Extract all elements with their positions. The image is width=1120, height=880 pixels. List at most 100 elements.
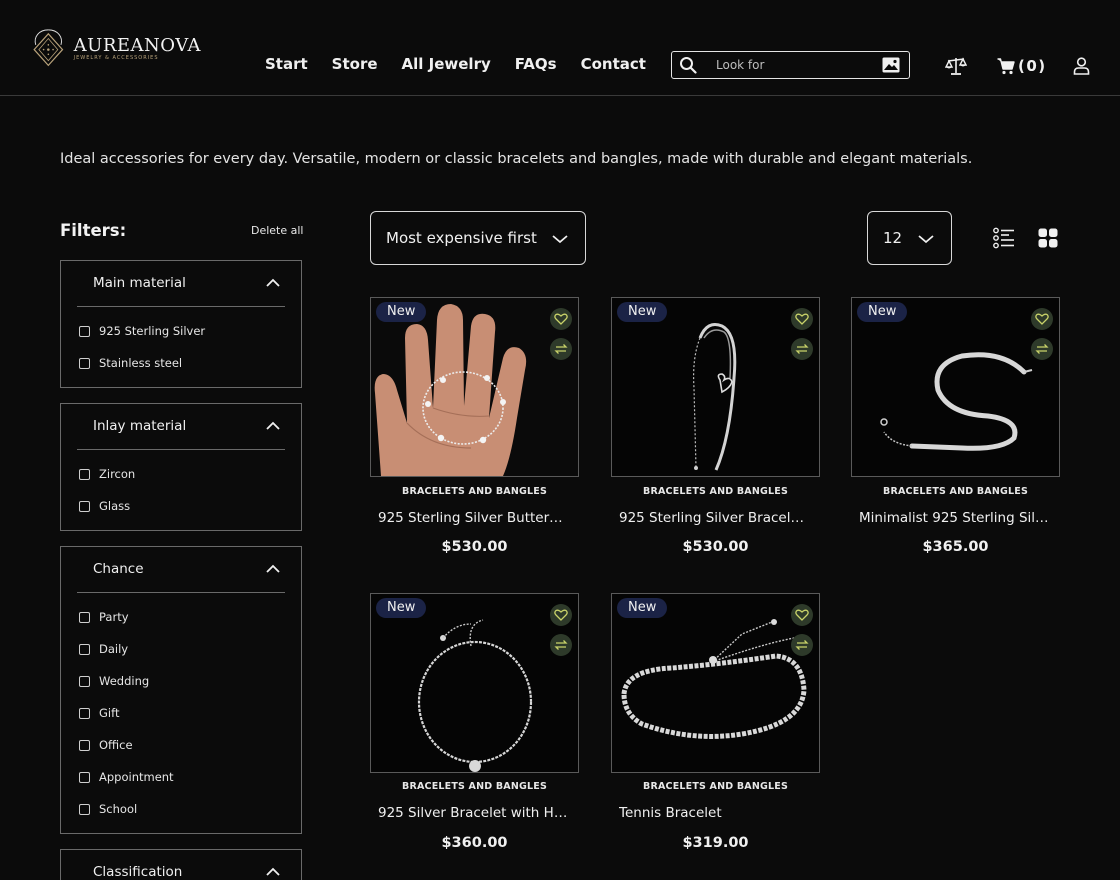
filter-option-label: Gift [99,706,120,720]
grid-view-icon[interactable] [1038,228,1058,248]
product-image[interactable]: New [611,297,820,477]
compare-button[interactable] [550,634,572,656]
filter-option[interactable]: Zircon [79,467,135,481]
filter-option[interactable]: Daily [79,642,128,656]
compare-button[interactable] [1031,338,1053,360]
product-photo-tennis-bracelet [612,594,819,772]
compare-button[interactable] [791,634,813,656]
product-name[interactable]: 925 Sterling Silver Butterfly Bracelet [378,510,571,526]
filter-option[interactable]: 925 Sterling Silver [79,324,205,338]
filter-option-label: 925 Sterling Silver [99,324,206,338]
new-badge: New [857,302,908,322]
checkbox[interactable] [79,500,90,512]
heart-icon [554,609,568,621]
filter-option[interactable]: Glass [79,499,130,513]
nav-store[interactable]: Store [332,54,378,74]
product-price: $319.00 [682,835,749,851]
user-account-icon[interactable] [1073,57,1090,75]
filter-option[interactable]: Wedding [79,674,149,688]
product-photo-minimalist-bracelet [852,298,1059,476]
nav-all-jewelry[interactable]: All Jewelry [402,54,491,74]
nav-contact[interactable]: Contact [581,54,646,74]
compare-arrows-icon [1035,344,1049,354]
chevron-up-icon [266,564,280,573]
product-name[interactable]: Tennis Bracelet [619,805,812,821]
cart-icon [997,58,1015,75]
checkbox[interactable] [79,325,90,337]
product-photo-heart-bracelet [612,298,819,476]
compare-arrows-icon [795,640,809,650]
new-badge: New [617,598,668,618]
product-image[interactable]: New [611,593,820,773]
product-price: $365.00 [922,539,989,555]
wishlist-button[interactable] [550,308,572,330]
wishlist-button[interactable] [791,604,813,626]
new-badge: New [376,598,427,618]
checkbox[interactable] [79,803,90,815]
nav-start[interactable]: Start [265,54,308,74]
filter-option[interactable]: Office [79,738,133,752]
filter-option-label: Glass [99,499,131,513]
product-category: BRACELETS AND BANGLES [883,486,1028,497]
chevron-up-icon [266,867,280,876]
compare-button[interactable] [550,338,572,360]
checkbox[interactable] [79,675,90,687]
filter-option[interactable]: Appointment [79,770,174,784]
search-icon[interactable] [679,56,697,74]
checkbox[interactable] [79,643,90,655]
checkbox[interactable] [79,357,90,369]
filter-group-title: Classification [93,864,183,880]
filter-option-label: Zircon [99,467,136,481]
wishlist-button[interactable] [1031,308,1053,330]
filter-group-header[interactable]: Main material [77,261,285,307]
product-image[interactable]: New [851,297,1060,477]
heart-icon [1035,313,1049,325]
checkbox[interactable] [79,707,90,719]
product-name[interactable]: Minimalist 925 Sterling Silver Bracelet [859,510,1052,526]
filter-group-header[interactable]: Chance [77,547,285,593]
filter-option[interactable]: School [79,802,137,816]
list-view-icon[interactable] [993,227,1015,249]
filter-group-main-material: Main material 925 Sterling Silver Stainl… [60,260,302,388]
filter-option[interactable]: Stainless steel [79,356,182,370]
search-input[interactable] [716,55,866,75]
product-price: $530.00 [682,539,749,555]
brand-emblem-icon [33,29,64,67]
filter-option[interactable]: Party [79,610,129,624]
nav-faqs[interactable]: FAQs [515,54,557,74]
per-page-select[interactable]: 12 [867,211,952,265]
delete-all-filters-link[interactable]: Delete all [251,224,304,237]
wishlist-button[interactable] [550,604,572,626]
product-photo-butterfly-bracelet [371,298,578,476]
cart-count: (0) [1018,57,1047,75]
checkbox[interactable] [79,771,90,783]
filter-option-label: Party [99,610,129,624]
image-search-icon[interactable] [882,57,900,73]
product-category: BRACELETS AND BANGLES [643,486,788,497]
brand-logo[interactable]: AUREANOVA JEWELRY & ACCESSORIES [31,22,201,74]
filter-group-title: Chance [93,561,144,577]
compare-button[interactable] [791,338,813,360]
checkbox[interactable] [79,739,90,751]
product-name[interactable]: 925 Sterling Silver Bracelet with Heart [619,510,812,526]
chevron-up-icon [266,421,280,430]
filter-option-label: Office [99,738,133,752]
checkbox[interactable] [79,468,90,480]
compare-scale-icon[interactable] [945,56,967,76]
product-name[interactable]: 925 Silver Bracelet with Heart Pendant [378,805,571,821]
filter-option-label: Daily [99,642,129,656]
site-header: AUREANOVA JEWELRY & ACCESSORIES Start St… [0,0,1120,96]
filter-group-title: Inlay material [93,418,187,434]
compare-arrows-icon [554,344,568,354]
sort-select[interactable]: Most expensive first [370,211,586,265]
filter-group-header[interactable]: Classification [77,850,285,880]
filter-group-header[interactable]: Inlay material [77,404,285,450]
wishlist-button[interactable] [791,308,813,330]
heart-icon [554,313,568,325]
checkbox[interactable] [79,611,90,623]
filter-option[interactable]: Gift [79,706,119,720]
cart-button[interactable]: (0) [997,56,1047,76]
product-image[interactable]: New [370,593,579,773]
new-badge: New [376,302,427,322]
product-image[interactable]: New [370,297,579,477]
